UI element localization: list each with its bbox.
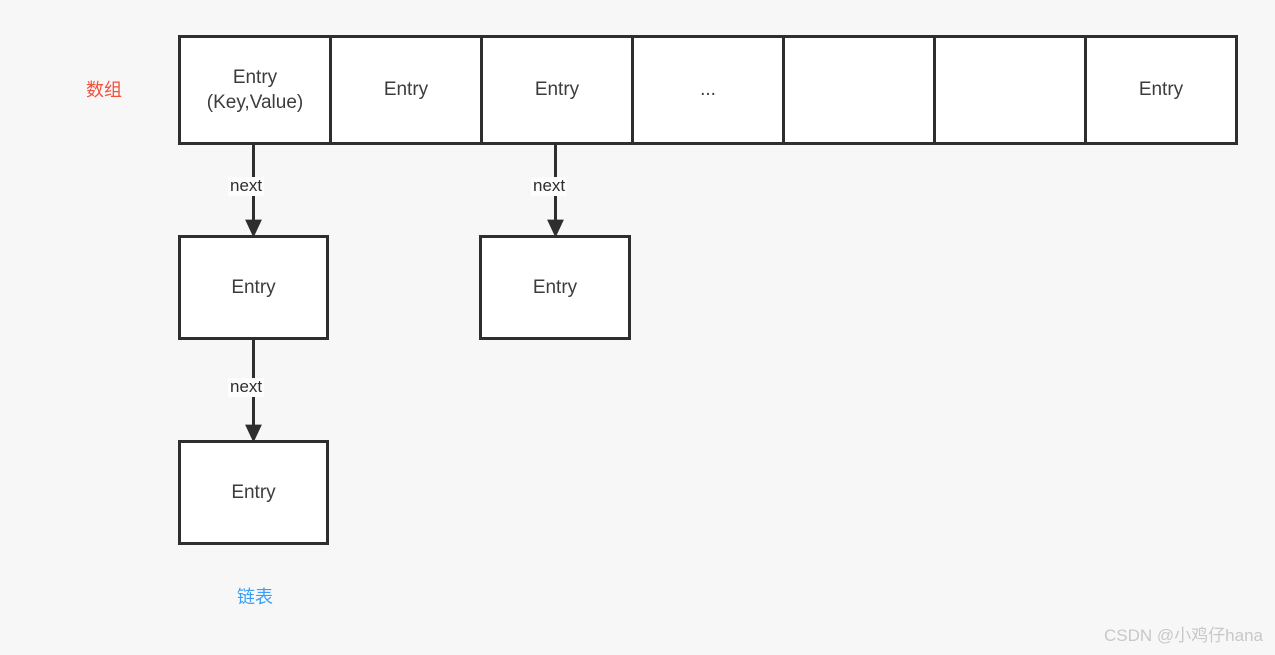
array-cell-0: Entry (Key,Value): [181, 38, 332, 142]
array-cell-2: Entry: [483, 38, 634, 142]
diagram-canvas: 数组 Entry (Key,Value) Entry Entry ... Ent…: [0, 0, 1275, 655]
array-cell-3: ...: [634, 38, 785, 142]
array-cell-5: [936, 38, 1087, 142]
array-cell-1: Entry: [332, 38, 483, 142]
array-cell-4: [785, 38, 936, 142]
linked-list-caption: 链表: [237, 587, 273, 607]
array-cell-6: Entry: [1087, 38, 1235, 142]
watermark-text: CSDN @小鸡仔hana: [1104, 626, 1263, 645]
bucket-array: Entry (Key,Value) Entry Entry ... Entry: [178, 35, 1238, 145]
entry-node-b: Entry: [479, 235, 631, 340]
array-caption: 数组: [86, 80, 122, 100]
edge-label-next-2: next: [531, 176, 568, 196]
entry-node-c: Entry: [178, 440, 329, 545]
entry-node-a: Entry: [178, 235, 329, 340]
edge-label-next-1: next: [228, 176, 265, 196]
edge-label-next-3: next: [228, 377, 265, 397]
